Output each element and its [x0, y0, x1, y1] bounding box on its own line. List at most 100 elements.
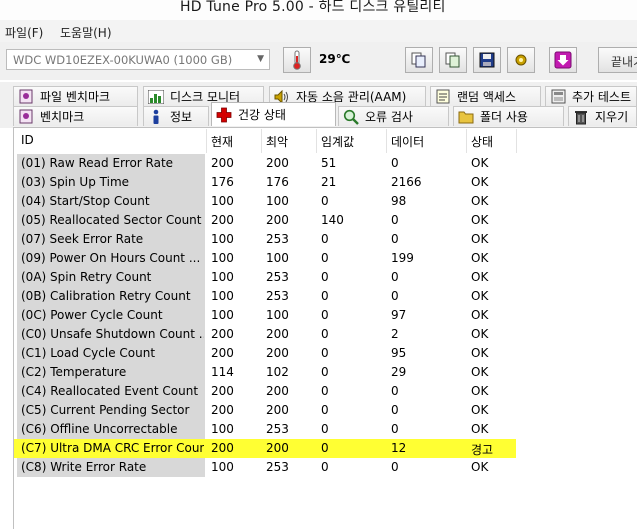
- tab-extra-tests[interactable]: 추가 테스트: [545, 86, 637, 106]
- column-header-data[interactable]: 데이터: [387, 129, 467, 153]
- cell-current: 200: [211, 384, 234, 398]
- cell-data: 0: [391, 384, 399, 398]
- tab-label: 추가 테스트: [572, 90, 632, 104]
- cell-status: OK: [471, 289, 489, 303]
- tab-folder-usage[interactable]: 폴더 사용: [453, 106, 564, 126]
- cell-id: (04) Start/Stop Count: [21, 194, 150, 208]
- cell-current: 200: [211, 213, 234, 227]
- table-row[interactable]: (0C) Power Cycle Count 100 100 0 97 OK: [14, 306, 637, 325]
- cell-worst: 200: [266, 327, 289, 341]
- table-row[interactable]: (C8) Write Error Rate 100 253 0 0 OK: [14, 458, 637, 477]
- download-arrow-icon: [554, 51, 572, 69]
- table-row[interactable]: (C1) Load Cycle Count 200 200 0 95 OK: [14, 344, 637, 363]
- column-header-status[interactable]: 상태: [467, 129, 517, 153]
- column-header-threshold[interactable]: 임계값: [317, 129, 387, 153]
- table-row[interactable]: (0B) Calibration Retry Count 100 253 0 0 OK: [14, 287, 637, 306]
- cell-worst: 253: [266, 232, 289, 246]
- tab-info[interactable]: 정보: [143, 106, 209, 126]
- cell-threshold: 0: [321, 384, 329, 398]
- cell-status: OK: [471, 422, 489, 436]
- table-row[interactable]: (C0) Unsafe Shutdown Count ... 200 200 0 2 OK: [14, 325, 637, 344]
- table-row[interactable]: (C2) Temperature 114 102 0 29 OK: [14, 363, 637, 382]
- tab-erase[interactable]: 지우기: [568, 106, 637, 126]
- cell-threshold: 0: [321, 346, 329, 360]
- cell-status: OK: [471, 346, 489, 360]
- menu-help[interactable]: 도움말(H): [60, 24, 112, 41]
- menu-file[interactable]: 파일(F): [5, 24, 43, 41]
- cell-threshold: 0: [321, 232, 329, 246]
- thermometer-button[interactable]: [283, 47, 311, 73]
- cell-id: (C7) Ultra DMA CRC Error Coun...: [21, 441, 204, 455]
- health-cross-icon: [216, 107, 232, 123]
- cell-current: 200: [211, 346, 234, 360]
- table-row[interactable]: (03) Spin Up Time 176 176 21 2166 OK: [14, 173, 637, 192]
- copy-all-button[interactable]: [439, 47, 467, 73]
- tab-file-benchmark[interactable]: 파일 벤치마크: [13, 86, 138, 106]
- tab-error-scan[interactable]: 오류 검사: [338, 106, 449, 126]
- column-header-id[interactable]: ID: [17, 129, 207, 153]
- cell-worst: 253: [266, 289, 289, 303]
- cell-id: (C5) Current Pending Sector: [21, 403, 190, 417]
- table-row-warning[interactable]: (C7) Ultra DMA CRC Error Coun... 200 200 0 1…: [14, 439, 637, 458]
- cell-worst: 200: [266, 441, 289, 455]
- column-header-worst[interactable]: 최악: [262, 129, 317, 153]
- download-button[interactable]: [549, 47, 577, 73]
- chevron-down-icon: ▼: [257, 54, 264, 64]
- drive-select-value: WDC WD10EZEX-00KUWA0 (1000 GB): [13, 53, 233, 67]
- thermometer-icon: [293, 50, 301, 70]
- cell-worst: 253: [266, 270, 289, 284]
- copy-info-button[interactable]: [405, 47, 433, 73]
- cell-data: 199: [391, 251, 414, 265]
- table-row[interactable]: (C5) Current Pending Sector 200 200 0 0 OK: [14, 401, 637, 420]
- cell-current: 100: [211, 460, 234, 474]
- cell-worst: 100: [266, 308, 289, 322]
- cell-worst: 100: [266, 251, 289, 265]
- cell-worst: 200: [266, 384, 289, 398]
- cell-current: 100: [211, 232, 234, 246]
- table-row[interactable]: (0A) Spin Retry Count 100 253 0 0 OK: [14, 268, 637, 287]
- folder-icon: [458, 109, 474, 125]
- table-row[interactable]: (C4) Reallocated Event Count 200 200 0 0 OK: [14, 382, 637, 401]
- cell-data: 95: [391, 346, 407, 360]
- tab-label: 건강 상태: [238, 108, 286, 122]
- options-button[interactable]: [507, 47, 535, 73]
- tab-health[interactable]: 건강 상태: [211, 102, 336, 126]
- toolbar: WDC WD10EZEX-00KUWA0 (1000 GB) ▼ 29℃ 끝내: [0, 42, 637, 80]
- cell-id: (09) Power On Hours Count ...: [21, 251, 201, 265]
- cell-data: 0: [391, 270, 399, 284]
- cell-id: (05) Reallocated Sector Count: [21, 213, 202, 227]
- exit-button[interactable]: 끝내기: [598, 47, 637, 73]
- tab-random-access[interactable]: 랜덤 액세스: [430, 86, 541, 106]
- cell-status: OK: [471, 365, 489, 379]
- save-button[interactable]: [473, 47, 501, 73]
- smart-table-header: ID 현재 최악 임계값 데이터 상태: [14, 129, 637, 153]
- cell-threshold: 0: [321, 289, 329, 303]
- cell-status: OK: [471, 213, 489, 227]
- cell-current: 100: [211, 270, 234, 284]
- cell-threshold: 0: [321, 327, 329, 341]
- table-row[interactable]: (05) Reallocated Sector Count 200 200 140 0 O…: [14, 211, 637, 230]
- cell-worst: 200: [266, 403, 289, 417]
- cell-id: (03) Spin Up Time: [21, 175, 130, 189]
- tab-label: 랜덤 액세스: [457, 90, 517, 104]
- cell-status: OK: [471, 327, 489, 341]
- table-row[interactable]: (C6) Offline Uncorrectable 100 253 0 0 OK: [14, 420, 637, 439]
- cell-data: 98: [391, 194, 407, 208]
- title-bar: HD Tune Pro 5.00 - 하드 디스크 유틸리티: [0, 0, 637, 20]
- table-row[interactable]: (01) Raw Read Error Rate 200 200 51 0 OK: [14, 154, 637, 173]
- cell-id: (0A) Spin Retry Count: [21, 270, 152, 284]
- tab-benchmark[interactable]: 벤치마크: [13, 106, 138, 126]
- cell-data: 2: [391, 327, 399, 341]
- cell-current: 100: [211, 289, 234, 303]
- table-row[interactable]: (09) Power On Hours Count ... 100 100 0 199 O…: [14, 249, 637, 268]
- table-row[interactable]: (07) Seek Error Rate 100 253 0 0 OK: [14, 230, 637, 249]
- cell-data: 29: [391, 365, 407, 379]
- drive-select[interactable]: WDC WD10EZEX-00KUWA0 (1000 GB) ▼: [6, 49, 270, 70]
- cell-status: 경고: [471, 443, 494, 457]
- tab-label: 폴더 사용: [480, 110, 528, 124]
- random-access-icon: [435, 89, 451, 105]
- cell-status: OK: [471, 232, 489, 246]
- copy-icon: [411, 52, 426, 68]
- table-row[interactable]: (04) Start/Stop Count 100 100 0 98 OK: [14, 192, 637, 211]
- column-header-current[interactable]: 현재: [207, 129, 262, 153]
